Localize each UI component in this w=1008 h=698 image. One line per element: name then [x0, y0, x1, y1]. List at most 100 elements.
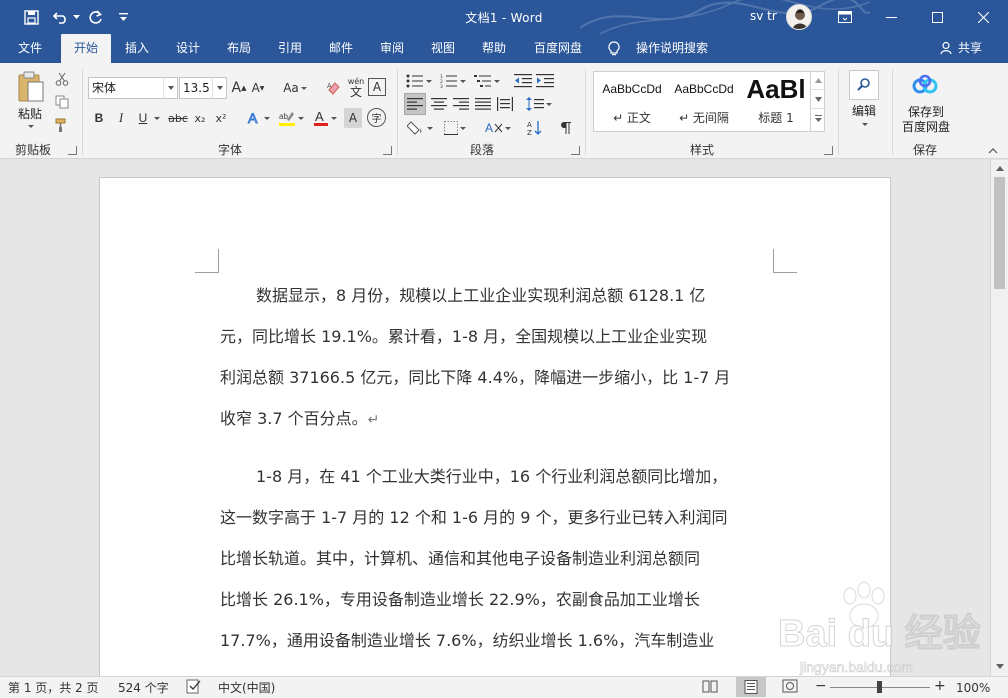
- tab-file[interactable]: 文件: [8, 34, 52, 63]
- zoom-level[interactable]: 100%: [956, 680, 990, 696]
- tab-insert[interactable]: 插入: [115, 34, 159, 63]
- close-icon[interactable]: [960, 0, 1006, 34]
- chinese-layout-icon[interactable]: A: [482, 117, 514, 139]
- page-count[interactable]: 第 1 页，共 2 页: [8, 680, 99, 696]
- baidu-netdisk-icon[interactable]: [910, 73, 940, 99]
- font-size-dropdown-icon[interactable]: [212, 78, 226, 98]
- style-no-spacing-name: ↵ 无间隔: [679, 111, 729, 125]
- sort-icon[interactable]: AZ: [524, 117, 546, 139]
- tell-me-search[interactable]: 操作说明搜索: [636, 34, 708, 63]
- styles-scroll-up-icon[interactable]: [811, 71, 826, 90]
- show-formatting-marks-icon[interactable]: [556, 117, 576, 139]
- editing-button[interactable]: 编辑: [842, 104, 886, 119]
- character-border-icon[interactable]: A: [368, 78, 386, 96]
- subscript-button[interactable]: x₂: [191, 108, 209, 128]
- styles-scroll-down-icon[interactable]: [811, 90, 826, 109]
- shrink-font-icon[interactable]: A ▼: [249, 78, 267, 98]
- paragraph-2[interactable]: 1-8 月，在 41 个工业大类行业中，16 个行业利润总额同比增加， 这一数字…: [220, 456, 776, 661]
- minimize-icon[interactable]: [868, 0, 914, 34]
- paragraph-launcher-icon[interactable]: [571, 146, 580, 155]
- tab-view[interactable]: 视图: [421, 34, 465, 63]
- styles-launcher-icon[interactable]: [824, 146, 833, 155]
- editing-dropdown-icon[interactable]: [860, 121, 868, 127]
- justify-icon[interactable]: [472, 93, 494, 115]
- format-painter-icon[interactable]: [54, 117, 70, 133]
- style-no-spacing-preview: AaBbCcDd: [674, 82, 734, 96]
- read-mode-icon[interactable]: [702, 679, 718, 697]
- text-line: 比增长 26.1%，专用设备制造业增长 22.9%，农副食品加工业增长: [220, 590, 700, 609]
- proofing-icon[interactable]: [186, 679, 202, 698]
- user-name[interactable]: sv tr: [750, 9, 777, 23]
- tab-design[interactable]: 设计: [166, 34, 210, 63]
- increase-indent-icon[interactable]: [535, 71, 555, 91]
- character-shading-icon[interactable]: A: [344, 108, 362, 128]
- align-right-icon[interactable]: [450, 93, 472, 115]
- font-name-dropdown-icon[interactable]: [163, 78, 177, 98]
- zoom-slider-thumb[interactable]: [877, 681, 882, 693]
- find-icon[interactable]: [849, 70, 879, 100]
- avatar[interactable]: [786, 4, 812, 30]
- font-size-combo[interactable]: 13.5: [179, 77, 227, 99]
- underline-dropdown-icon[interactable]: [151, 108, 161, 128]
- tab-baidu-netdisk[interactable]: 百度网盘: [525, 34, 591, 63]
- numbering-icon[interactable]: 123: [438, 71, 468, 91]
- print-layout-icon[interactable]: [736, 677, 766, 697]
- style-normal[interactable]: AaBbCcDd ↵ 正文: [596, 72, 668, 131]
- text-effects-icon[interactable]: A: [244, 107, 272, 129]
- style-heading-1[interactable]: AaBl 标题 1: [740, 72, 812, 131]
- bullets-icon[interactable]: [404, 71, 434, 91]
- tab-mailings[interactable]: 邮件: [319, 34, 363, 63]
- multilevel-list-icon[interactable]: [472, 71, 502, 91]
- scroll-up-icon[interactable]: [991, 160, 1008, 177]
- font-launcher-icon[interactable]: [383, 146, 392, 155]
- bold-button[interactable]: B: [90, 108, 108, 128]
- paste-icon[interactable]: [14, 69, 48, 105]
- tab-review[interactable]: 审阅: [370, 34, 414, 63]
- strikethrough-button[interactable]: abc: [166, 108, 190, 128]
- word-count[interactable]: 524 个字: [118, 680, 169, 696]
- highlight-color-icon[interactable]: ab: [276, 107, 306, 129]
- change-case-icon[interactable]: Aa: [280, 78, 310, 98]
- share-button[interactable]: 共享: [958, 34, 982, 63]
- tab-layout[interactable]: 布局: [217, 34, 261, 63]
- save-to-baidu-line1[interactable]: 保存到: [895, 105, 957, 120]
- svg-text:A: A: [315, 109, 324, 124]
- borders-icon[interactable]: [440, 117, 470, 139]
- clear-formatting-icon[interactable]: A: [325, 78, 343, 98]
- style-no-spacing[interactable]: AaBbCcDd ↵ 无间隔: [668, 72, 740, 131]
- zoom-in-button[interactable]: +: [934, 678, 946, 694]
- zoom-out-button[interactable]: −: [815, 678, 827, 694]
- language-indicator[interactable]: 中文(中国): [218, 680, 275, 696]
- grow-font-icon[interactable]: A ▲: [230, 78, 248, 98]
- enclose-characters-icon[interactable]: 字: [367, 108, 386, 127]
- phonetic-guide-icon[interactable]: wén 文: [346, 75, 366, 99]
- superscript-button[interactable]: x²: [212, 108, 230, 128]
- distributed-icon[interactable]: [494, 93, 516, 115]
- collapse-ribbon-icon[interactable]: [985, 145, 1001, 157]
- italic-button[interactable]: I: [112, 108, 130, 128]
- save-to-baidu-line2[interactable]: 百度网盘: [895, 120, 957, 135]
- align-center-icon[interactable]: [428, 93, 450, 115]
- scroll-thumb[interactable]: [994, 177, 1005, 289]
- shading-icon[interactable]: [404, 117, 436, 139]
- paste-button[interactable]: 粘贴: [8, 107, 52, 122]
- paste-dropdown-icon[interactable]: [26, 123, 34, 129]
- maximize-icon[interactable]: [914, 0, 960, 34]
- tab-help[interactable]: 帮助: [472, 34, 516, 63]
- tab-home[interactable]: 开始: [61, 34, 111, 63]
- clipboard-launcher-icon[interactable]: [68, 146, 77, 155]
- align-left-icon[interactable]: [404, 93, 426, 115]
- copy-icon[interactable]: [54, 94, 70, 110]
- font-name-combo[interactable]: 宋体: [88, 77, 178, 99]
- font-color-icon[interactable]: A: [310, 107, 340, 129]
- underline-button[interactable]: U: [135, 108, 151, 128]
- tab-references[interactable]: 引用: [268, 34, 312, 63]
- group-label-font: 字体: [217, 143, 242, 157]
- line-spacing-icon[interactable]: [524, 93, 554, 115]
- web-layout-icon[interactable]: [782, 679, 798, 697]
- paragraph-1[interactable]: 数据显示，8 月份，规模以上工业企业实现利润总额 6128.1 亿 元，同比增长…: [220, 275, 776, 439]
- cut-icon[interactable]: [54, 71, 70, 87]
- ribbon-display-options-icon[interactable]: [822, 0, 868, 34]
- decrease-indent-icon[interactable]: [513, 71, 533, 91]
- styles-more-icon[interactable]: [811, 109, 826, 128]
